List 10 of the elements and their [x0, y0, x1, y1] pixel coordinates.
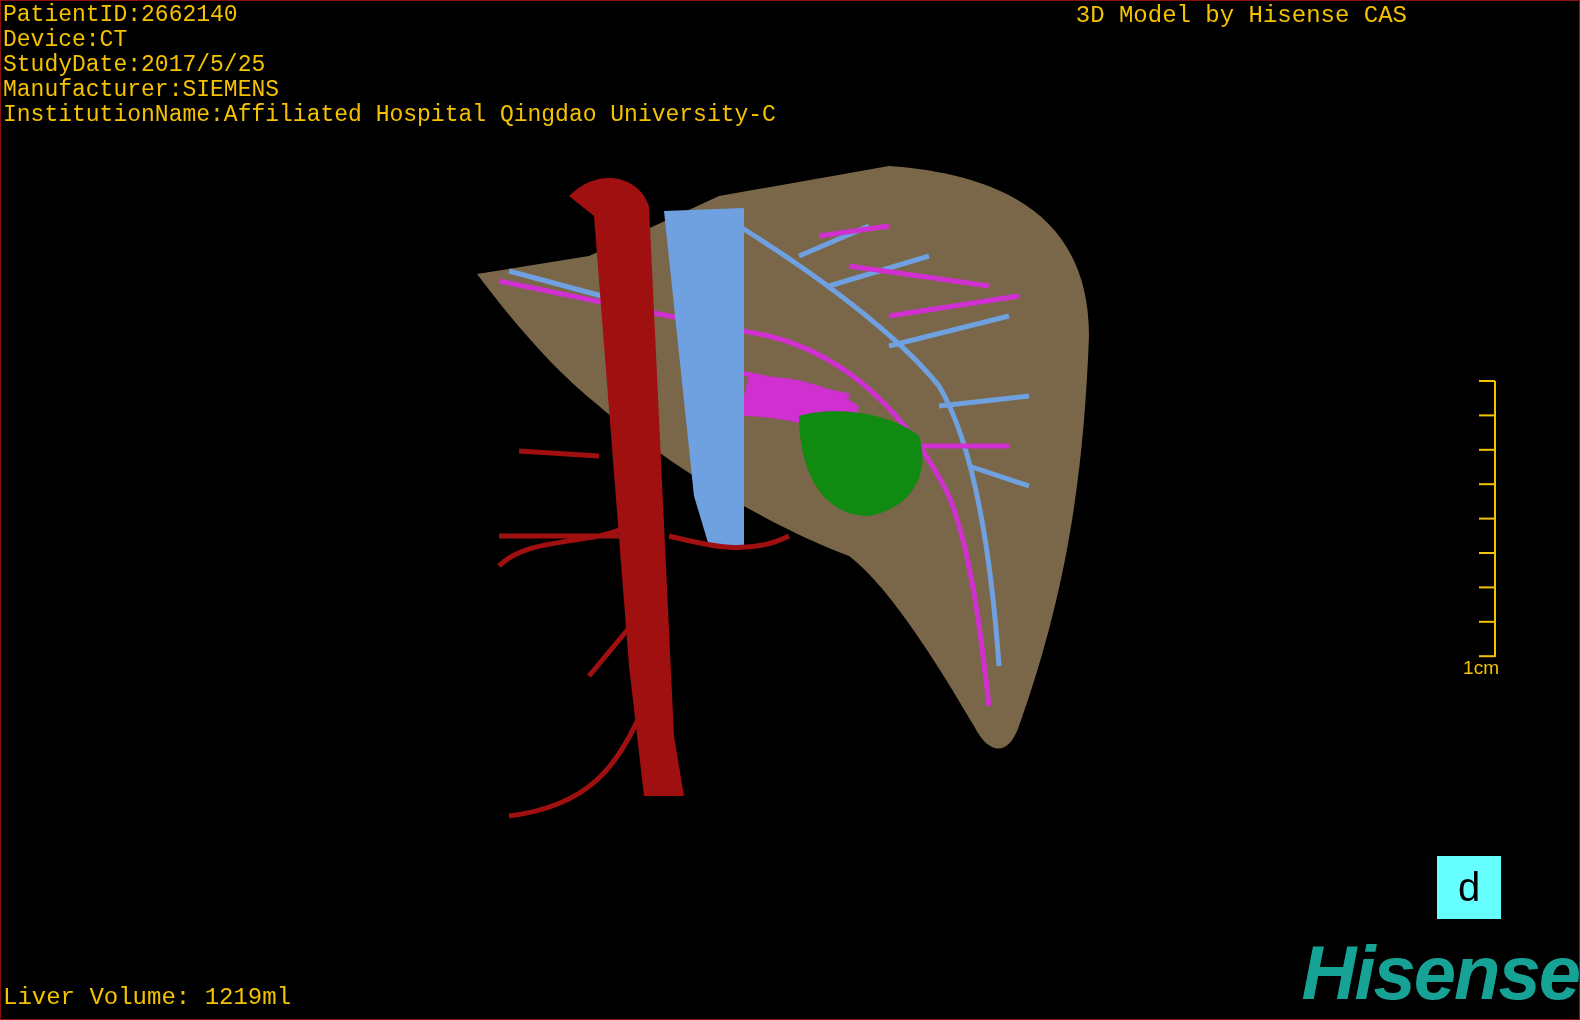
liver-volume-text: Liver Volume: 1219ml [2, 985, 292, 1013]
study-info-text: InstitutionName:Affiliated Hospital Qingdao University-C [3, 103, 776, 128]
logo: Hisense [1301, 941, 1579, 1017]
study-info-text: Manufacturer:SIEMENS [3, 78, 281, 103]
scale-label: 1cm [1463, 658, 1499, 678]
study-info-text: PatientID:2662140 [3, 3, 239, 28]
study-info-text: Device:CT [3, 28, 129, 53]
viewer-title: 3D Model by Hisense CAS [1075, 2, 1407, 30]
study-info-text: StudyDate:2017/5/25 [3, 53, 267, 78]
orientation-marker[interactable]: d [1437, 856, 1501, 919]
